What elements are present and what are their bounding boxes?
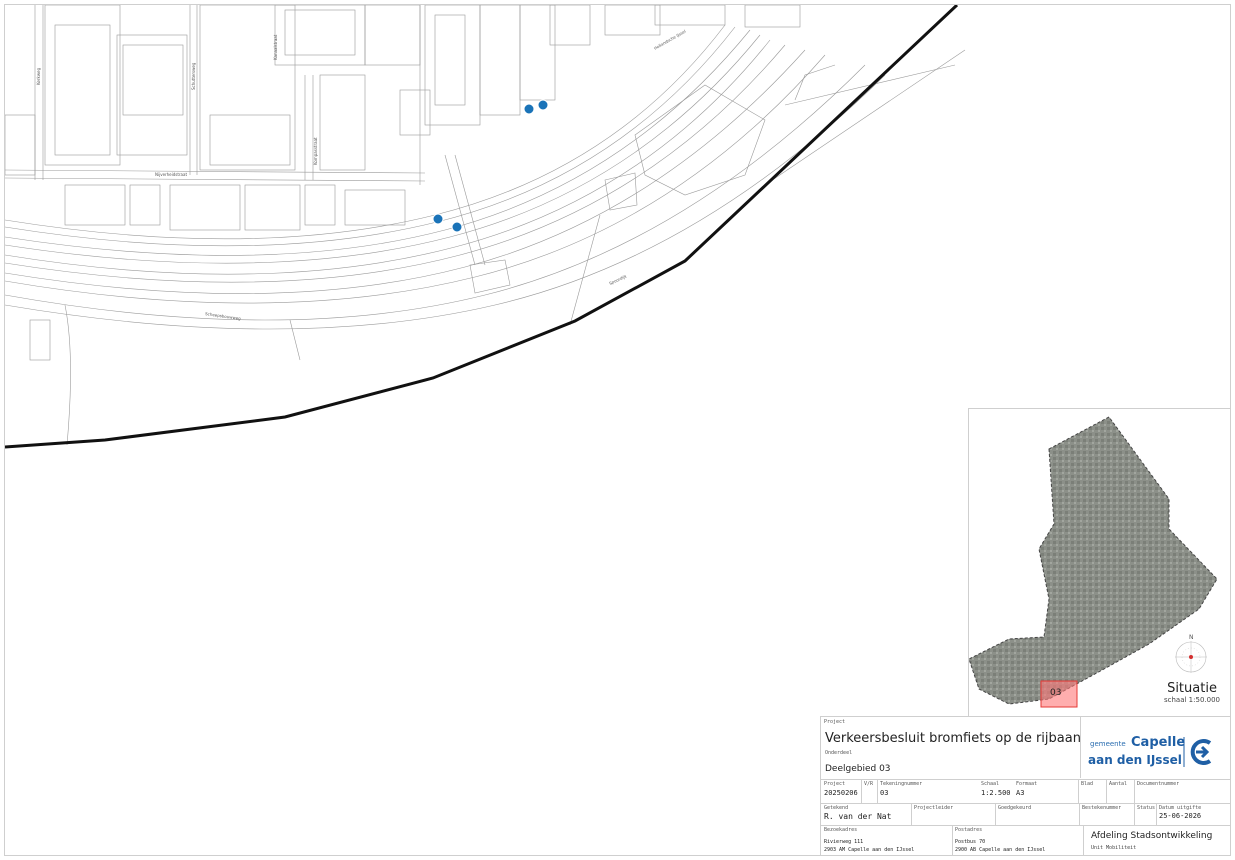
municipal-boundary — [5, 5, 959, 449]
building-block — [64, 184, 126, 226]
situatie-inset: N 03 Situatie schaal 1:50.000 — [968, 408, 1230, 717]
situatie-title: Situatie — [1167, 681, 1217, 696]
building-block — [129, 184, 161, 226]
onderdeel-caption: Onderdeel — [825, 750, 853, 756]
bromfiets-sign-icon — [537, 99, 549, 111]
cell-status: Status — [1137, 805, 1156, 811]
north-label: N — [1189, 634, 1194, 641]
traffic-sign-group[interactable] — [432, 99, 549, 233]
building-block — [549, 5, 591, 46]
building-block — [5, 114, 36, 176]
municipality-area — [969, 416, 1218, 705]
building-block — [479, 5, 521, 116]
industrial-plot — [604, 172, 638, 211]
cell-schaal: Schaal 1:2.500 — [981, 781, 1011, 797]
building-block — [29, 319, 51, 361]
cell-formaat: Formaat A3 — [1016, 781, 1038, 797]
cell-documentnummer: Documentnummer — [1137, 781, 1180, 787]
project-caption: Project — [824, 719, 846, 725]
cell-aantal: Aantal — [1109, 781, 1128, 787]
cell-projectleider: Projectleider — [914, 805, 954, 811]
municipality-outline-map: N — [969, 416, 1218, 708]
street-label: Kerkweg — [36, 67, 41, 85]
building-block — [654, 5, 726, 26]
building-block — [319, 74, 366, 171]
unit-name: Unit Mobiliteit — [1091, 845, 1137, 851]
gemeente-logo: gemeente Capelle aan den IJssel — [1086, 733, 1216, 773]
street-label: Schuttersweg — [191, 62, 196, 90]
cell-blad: Blad — [1081, 781, 1094, 787]
north-arrow-icon: N — [1175, 634, 1207, 673]
street-label: Kanaalstraat — [273, 34, 278, 60]
building-block — [399, 89, 431, 136]
bromfiets-sign-icon — [451, 221, 463, 233]
building-block — [344, 189, 406, 226]
building-block — [169, 184, 241, 231]
building-block — [434, 14, 466, 106]
building-block — [44, 5, 121, 166]
deelgebied-marker-label: 03 — [1050, 688, 1062, 698]
street-label: Kompasstraat — [313, 137, 318, 165]
cell-vr: V/R — [864, 781, 874, 787]
cell-bestekenummer: Bestekenummer — [1082, 805, 1122, 811]
street-label: Nijverheidstraat — [155, 172, 187, 177]
capelle-logo-icon — [1183, 737, 1212, 767]
street-label: Spoordijk — [608, 273, 628, 286]
building-block — [604, 5, 661, 36]
building-block — [122, 44, 184, 116]
title-block: Project Verkeersbesluit bromfiets op de … — [820, 716, 1230, 855]
building-block — [54, 24, 111, 156]
building-block — [364, 5, 421, 66]
bromfiets-sign-icon — [432, 213, 444, 225]
building-block — [744, 5, 801, 28]
building-block — [284, 9, 356, 56]
building-block — [199, 5, 296, 171]
afdeling-name: Afdeling Stadsontwikkeling — [1091, 831, 1213, 841]
building-block — [209, 114, 291, 166]
cell-getekend: Getekend R. van der Nat — [824, 805, 892, 821]
building-block — [116, 34, 188, 156]
cell-project: Project 20250206 — [824, 781, 858, 797]
building-block — [304, 184, 336, 226]
drawing-sheet: Kerkweg Schuttersweg Nijverheidstraat Ka… — [4, 4, 1231, 856]
cell-datum-uitgifte: Datum uitgifte 25-06-2026 — [1159, 805, 1202, 820]
street-label: Hollandsche IJssel — [653, 29, 687, 51]
situatie-caption: Situatie schaal 1:50.000 — [1164, 681, 1220, 704]
cell-tekeningnummer: Tekeningnummer 03 — [880, 781, 923, 797]
cell-bezoekadres: Bezoekadres Rivierweg 111 2903 AM Capell… — [824, 827, 915, 853]
situatie-scale: schaal 1:50.000 — [1164, 696, 1220, 704]
bromfiets-sign-icon — [523, 103, 535, 115]
project-title: Verkeersbesluit bromfiets op de rijbaan — [825, 731, 1081, 746]
cell-postadres: Postadres Postbus 70 2900 AB Capelle aan… — [955, 827, 1046, 853]
cell-goedgekeurd: Goedgekeurd — [998, 805, 1032, 811]
onderdeel-value: Deelgebied 03 — [825, 764, 891, 774]
building-block — [244, 184, 301, 231]
building-block — [424, 5, 481, 126]
building-block — [274, 5, 366, 66]
